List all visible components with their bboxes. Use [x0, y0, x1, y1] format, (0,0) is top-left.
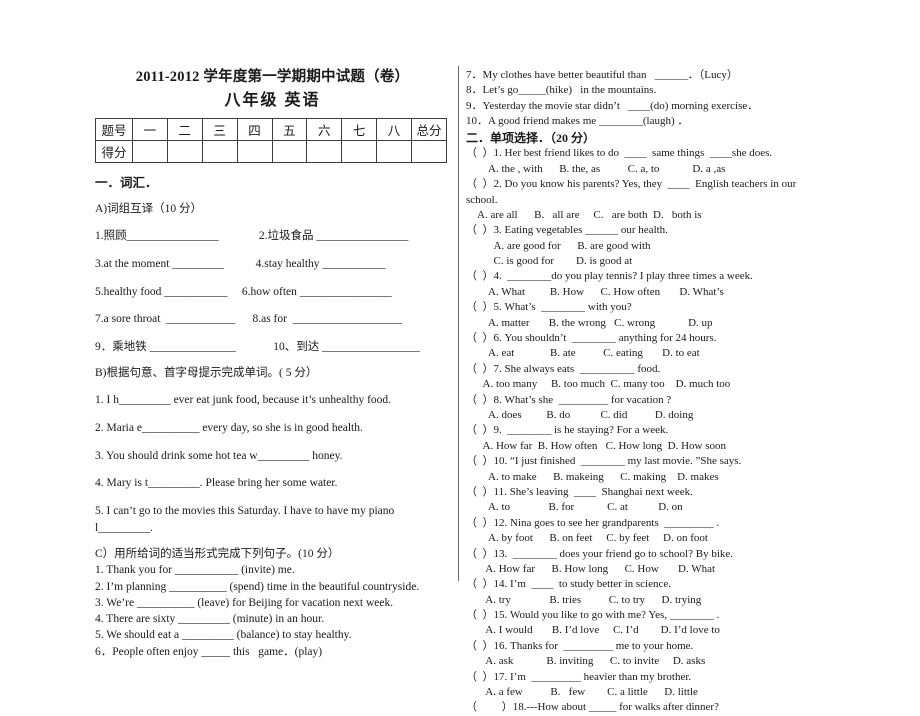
- question-stem[interactable]: （ ）3. Eating vegetables ______ our healt…: [466, 223, 826, 238]
- question-stem[interactable]: （ ）16. Thanks for _________ me to your h…: [466, 639, 826, 654]
- page-title: 2011-2012 学年度第一学期期中试题（卷）: [135, 69, 410, 85]
- score-table: 题号 一 二 三 四 五 六 七 八 总分 得分: [95, 117, 447, 163]
- part-c-item: 2. I’m planning __________ (spend) time …: [95, 580, 420, 593]
- question-options[interactable]: A. are good for B. are good with: [466, 239, 826, 254]
- question-options[interactable]: A. How far B. How often C. How long D. H…: [466, 439, 826, 454]
- question-stem[interactable]: （ ）2. Do you know his parents? Yes, they…: [466, 177, 826, 208]
- score-table-col-7: 八: [376, 117, 412, 141]
- part-c-item: 4. There are sixty _________ (minute) in…: [95, 613, 325, 626]
- score-cell-4[interactable]: [271, 139, 308, 163]
- question-options[interactable]: A. a few B. few C. a little D. little: [466, 685, 826, 700]
- question-stem[interactable]: （ ）17. I’m _________ heavier than my bro…: [466, 670, 826, 685]
- question-stem[interactable]: （ ）15. Would you like to go with me? Yes…: [466, 608, 826, 623]
- question-options[interactable]: A. to B. for C. at D. on: [466, 500, 826, 515]
- score-cell-6[interactable]: [341, 139, 378, 163]
- part-a-item: 9．乘地铁 _______________ 10、到达 ____________…: [95, 341, 420, 354]
- score-cell-2[interactable]: [201, 139, 238, 163]
- score-table-col-6: 七: [341, 117, 378, 141]
- carryover-item: 8．Let’s go_____(hike) in the mountains.: [466, 84, 657, 97]
- part-a-heading: A)词组互译（10 分）: [95, 202, 203, 215]
- question-options[interactable]: A. are all B. all are C. are both D. bot…: [466, 208, 826, 223]
- question-stem[interactable]: （ ）10. “I just finished ________ my last…: [466, 454, 826, 469]
- right-column: 7．My clothes have better beautiful than …: [466, 68, 826, 716]
- carryover-item: 7．My clothes have better beautiful than …: [466, 69, 738, 81]
- score-table-col-5: 六: [306, 117, 343, 141]
- question-options[interactable]: A. What B. How C. How often D. What’s: [466, 285, 826, 300]
- carryover-item: 9．Yesterday the movie star didn’t ____(d…: [466, 99, 759, 112]
- question-stem[interactable]: （ ）1. Her best friend likes to do ____ s…: [466, 146, 826, 161]
- question-stem[interactable]: （ ）13. ________ does your friend go to s…: [466, 547, 826, 562]
- score-table-col-0: 一: [132, 117, 168, 141]
- question-options[interactable]: A. ask B. inviting C. to invite D. asks: [466, 654, 826, 669]
- question-options[interactable]: A. try B. tries C. to try D. trying: [466, 593, 826, 608]
- part-b-item: 5. I can’t go to the movies this Saturda…: [95, 505, 398, 534]
- score-table-col-2: 三: [201, 117, 238, 141]
- question-options[interactable]: A. matter B. the wrong C. wrong D. up: [466, 316, 826, 331]
- question-stem[interactable]: （ ）11. She’s leaving ____ Shanghai next …: [466, 485, 826, 500]
- question-stem[interactable]: （ ）14. I’m ____ to study better in scien…: [466, 577, 826, 592]
- question-stem[interactable]: （ ）4. ________do you play tennis? I play…: [466, 269, 826, 284]
- part-b-item: 4. Mary is t_________. Please bring her …: [95, 477, 338, 490]
- score-cell-5[interactable]: [306, 139, 343, 163]
- score-cell-8[interactable]: [411, 139, 447, 163]
- page-subtitle: 八年级 英语: [224, 91, 321, 109]
- table-row: 得分: [95, 139, 447, 163]
- question-stem[interactable]: （ ）6. You shouldn’t ________ anything fo…: [466, 331, 826, 346]
- question-options[interactable]: A. eat B. ate C. eating D. to eat: [466, 346, 826, 361]
- question-options[interactable]: C. is good for D. is good at: [466, 254, 826, 269]
- question-options[interactable]: A. by foot B. on feet C. by feet D. on f…: [466, 531, 826, 546]
- table-row-header: 题号 一 二 三 四 五 六 七 八 总分: [95, 117, 447, 141]
- score-cell-1[interactable]: [166, 139, 203, 163]
- part-c-heading: C）用所给词的适当形式完成下列句子。(10 分）: [95, 547, 340, 560]
- score-table-col-3: 四: [236, 117, 273, 141]
- part-c-item: 6．People often enjoy _____ this game．(pl…: [95, 645, 323, 658]
- question-options[interactable]: A. to make B. makeing C. making D. makes: [466, 470, 826, 485]
- question-stem[interactable]: （ ）8. What’s she _________ for vacation …: [466, 393, 826, 408]
- score-table-col-4: 五: [271, 117, 308, 141]
- question-options[interactable]: A. does B. do C. did D. doing: [466, 408, 826, 423]
- question-options[interactable]: A. I would B. I’d love C. I’d D. I’d lov…: [466, 623, 826, 638]
- part-c-item: 1. Thank you for ___________ (invite) me…: [95, 564, 295, 577]
- part-a-item: 5.healthy food ___________ 6.how often _…: [95, 285, 392, 298]
- score-table-row-label-1: 得分: [95, 139, 133, 163]
- question-stem[interactable]: （ ）18.---How about _____ for walks after…: [466, 700, 826, 715]
- score-table-row-label-0: 题号: [95, 117, 133, 141]
- part-a-item: 7.a sore throat ____________ 8.as for __…: [95, 313, 402, 326]
- score-cell-3[interactable]: [236, 139, 273, 163]
- part-c-item: 3. We’re __________ (leave) for Beijing …: [95, 596, 394, 609]
- question-stem[interactable]: （ ）9. ________ is he staying? For a week…: [466, 423, 826, 438]
- part-b-heading: B)根据句意、首字母提示完成单词。( 5 分）: [95, 366, 318, 379]
- part-c-item: 5. We should eat a _________ (balance) t…: [95, 629, 352, 642]
- exam-paper-page: 2011-2012 学年度第一学期期中试题（卷） 八年级 英语 题号 一 二 三…: [0, 0, 920, 713]
- question-stem[interactable]: （ ）12. Nina goes to see her grandparents…: [466, 516, 826, 531]
- score-table-col-8: 总分: [411, 117, 447, 141]
- question-options[interactable]: A. too many B. too much C. many too D. m…: [466, 377, 826, 392]
- left-column: 2011-2012 学年度第一学期期中试题（卷） 八年级 英语 题号 一 二 三…: [95, 68, 450, 660]
- part-a-item: 1.照顾________________ 2.垃圾食品 ____________…: [95, 230, 409, 243]
- score-cell-7[interactable]: [376, 139, 412, 163]
- score-cell-0[interactable]: [132, 139, 168, 163]
- question-options[interactable]: A. How far B. How long C. How D. What: [466, 562, 826, 577]
- section-one-heading: 一．词汇．: [95, 175, 158, 190]
- section-two-heading: 二．单项选择．（20 分）: [466, 130, 596, 145]
- part-b-item: 3. You should drink some hot tea w______…: [95, 449, 343, 462]
- column-divider: [458, 66, 459, 581]
- score-table-col-1: 二: [166, 117, 203, 141]
- carryover-item: 10．A good friend makes me ________(laugh…: [466, 115, 689, 128]
- question-stem[interactable]: （ ）7. She always eats __________ food.: [466, 362, 826, 377]
- question-options[interactable]: A. the , with B. the, as C. a, to D. a ,…: [466, 162, 826, 177]
- part-b-item: 2. Maria e__________ every day, so she i…: [95, 422, 363, 435]
- part-a-item: 3.at the moment _________ 4.stay healthy…: [95, 258, 386, 271]
- part-b-item: 1. I h_________ ever eat junk food, beca…: [95, 394, 392, 407]
- question-stem[interactable]: （ ）5. What’s ________ with you?: [466, 300, 826, 315]
